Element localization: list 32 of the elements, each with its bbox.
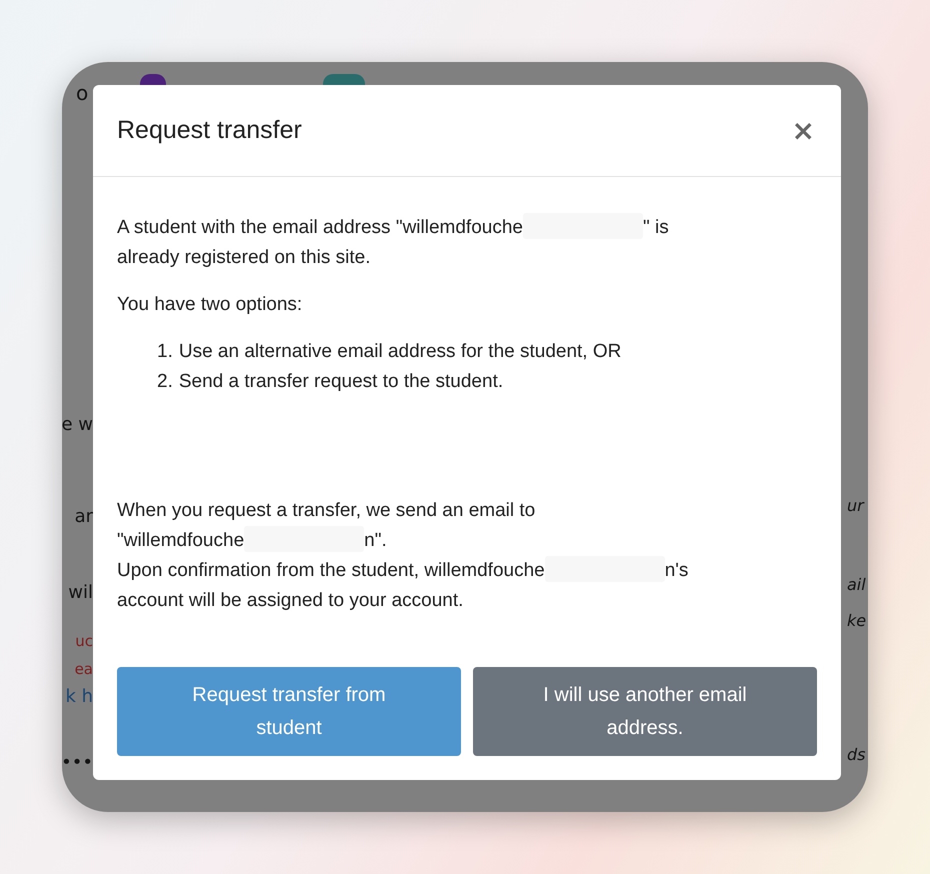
list-item-text: Use an alternative email address for the student, OR [178,340,622,364]
dialog-title: Request transfer [117,116,302,145]
paragraph-text: Upon confirmation from the student, willemdfouche [117,560,545,581]
paragraph-text: You have two options: [117,293,304,317]
text-fragment: ke [847,610,866,632]
text-fragment: ur [847,495,864,517]
paragraph-text: " is [642,217,669,238]
text-fragment: ••• [62,751,93,775]
list-number: 2. [157,370,173,394]
paragraph-text: A student with the email address "willemdfouche [117,217,523,238]
close-button[interactable]: × [790,116,817,144]
text-fragment: uc [75,631,93,652]
text-fragment: ar [74,505,93,529]
text-fragment: ail [847,574,866,596]
paragraph-text: account will be assigned to your account. [117,590,464,611]
link-fragment[interactable]: k h [65,683,93,711]
request-transfer-button[interactable]: Request transfer from student [117,667,461,756]
paragraph-text: n". [364,530,387,551]
paragraph-text: When you request a transfer, we send an email to [117,500,536,521]
text-fragment: wil [68,581,93,605]
text-fragment: e w [62,413,93,437]
paragraph-text: n's [664,560,688,581]
text-fragment: ds [847,744,866,766]
app-icon [323,74,365,85]
list-item-text: Send a transfer request to the student. [178,370,504,394]
paragraph-text: already registered on this site. [117,247,370,268]
text-fragment: o [75,80,88,107]
paragraph-text: "willemdfouche [117,530,244,551]
app-icon [140,74,166,85]
use-another-email-button[interactable]: I will use another email address. [473,667,817,756]
text-fragment: ea [74,659,93,680]
list-number: 1. [157,340,173,364]
